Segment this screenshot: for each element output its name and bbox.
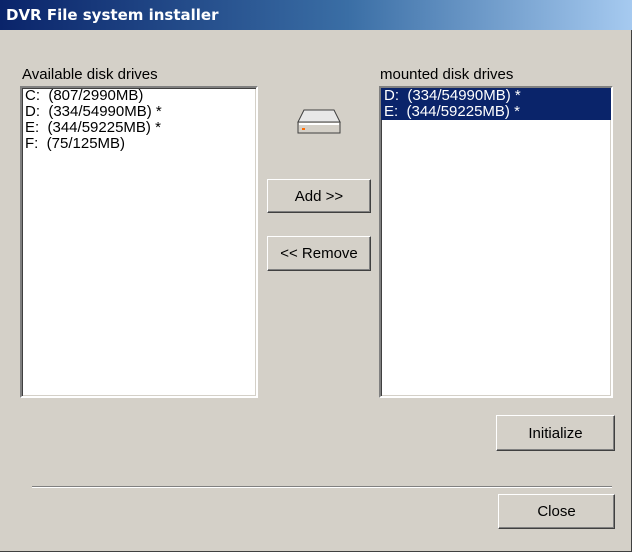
list-item[interactable]: C: (807/2990MB) <box>22 88 256 104</box>
mounted-drives-list[interactable]: D: (334/54990MB) * E: (344/59225MB) * <box>379 86 613 398</box>
list-item[interactable]: F: (75/125MB) <box>22 136 256 152</box>
close-button[interactable]: Close <box>498 494 615 529</box>
initialize-button[interactable]: Initialize <box>496 415 615 451</box>
hard-drive-icon <box>297 109 341 134</box>
add-button[interactable]: Add >> <box>267 179 371 213</box>
installer-window: DVR File system installer Available disk… <box>0 0 632 552</box>
list-item[interactable]: D: (334/54990MB) * <box>381 88 611 104</box>
window-title: DVR File system installer <box>6 6 219 24</box>
list-item[interactable]: D: (334/54990MB) * <box>22 104 256 120</box>
divider <box>32 486 612 488</box>
window-titlebar[interactable]: DVR File system installer <box>0 0 632 30</box>
list-item[interactable]: E: (344/59225MB) * <box>22 120 256 136</box>
available-drives-label: Available disk drives <box>22 66 158 83</box>
list-item[interactable]: E: (344/59225MB) * <box>381 104 611 120</box>
available-drives-list[interactable]: C: (807/2990MB) D: (334/54990MB) * E: (3… <box>20 86 258 398</box>
remove-button[interactable]: << Remove <box>267 236 371 271</box>
mounted-drives-label: mounted disk drives <box>380 66 514 83</box>
